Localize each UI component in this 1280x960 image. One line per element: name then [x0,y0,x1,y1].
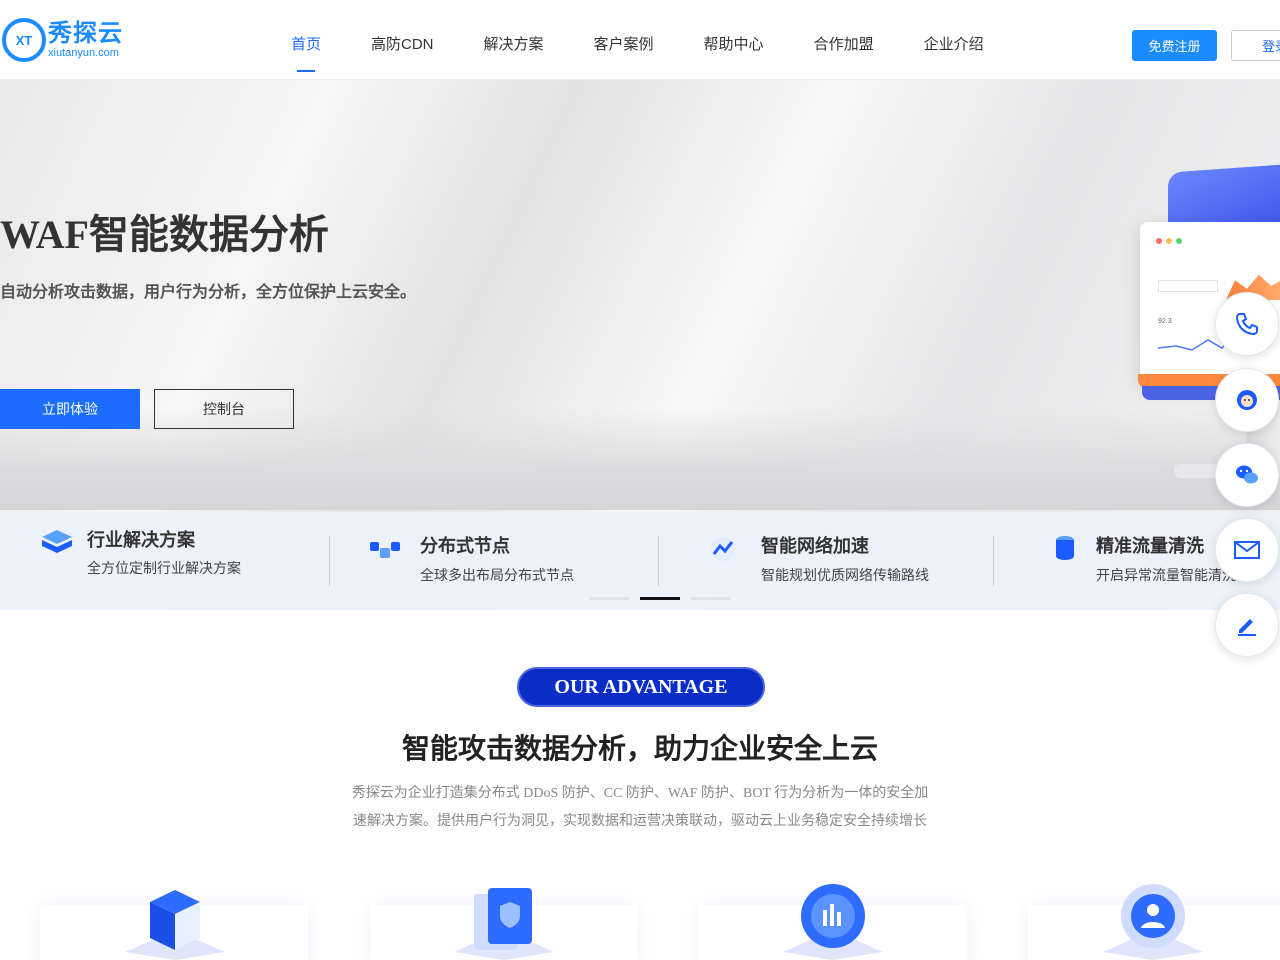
mail-icon [1234,541,1260,559]
nodes-icon [370,542,400,558]
hero-title: WAF智能数据分析 [0,212,329,257]
logo-domain: xiutanyun.com [48,46,119,59]
advantage-badge: OUR ADVANTAGE [517,667,765,707]
carousel-dot[interactable] [690,597,730,600]
phone-icon [1235,313,1258,336]
cube-illustration-icon [125,890,225,960]
edit-button[interactable] [1215,593,1279,657]
chart-illustration-icon [783,884,883,960]
nav-item-about[interactable]: 企业介绍 [899,0,1009,80]
mail-button[interactable] [1215,518,1279,582]
nav-item-home[interactable]: 首页 [266,0,346,80]
divider [658,536,659,586]
nav-item-cdn[interactable]: 高防CDN [346,0,459,80]
feature-item[interactable]: 智能网络加速 智能规划优质网络传输路线 [706,512,996,610]
wechat-button[interactable] [1215,443,1279,507]
layers-icon [42,530,72,553]
carousel-dot-active[interactable] [640,597,680,600]
accelerate-icon [711,537,735,561]
advantage-description: 秀探云为企业打造集分布式 DDoS 防护、CC 防护、WAF 防护、BOT 行为… [351,786,929,829]
wechat-icon [1236,465,1258,484]
console-button[interactable]: 控制台 [154,389,294,429]
edit-icon [1238,619,1256,636]
feature-item[interactable]: 分布式节点 全球多出布局分布式节点 [368,512,658,610]
phone-button[interactable] [1215,292,1279,356]
try-now-button[interactable]: 立即体验 [0,389,140,429]
nav-item-help[interactable]: 帮助中心 [679,0,789,80]
nav-item-solutions[interactable]: 解决方案 [459,0,569,80]
feature-item[interactable]: 行业解决方案 全方位定制行业解决方案 [40,512,330,610]
login-button[interactable]: 登录 [1231,30,1280,61]
divider [993,536,994,586]
user-illustration-icon [1103,884,1203,960]
logo-name: 秀探云 [48,19,123,47]
nav-item-partner[interactable]: 合作加盟 [789,0,899,80]
nav-item-cases[interactable]: 客户案例 [569,0,679,80]
divider [329,536,330,586]
feature-strip: 行业解决方案 全方位定制行业解决方案 分布式节点 全球多出布局分布式节点 智能网… [0,512,1280,610]
logo[interactable]: XT 秀探云 xiutanyun.com [2,16,132,64]
hero-subtitle: 自动分析攻击数据，用户行为分析，全方位保护上云安全。 [0,284,417,301]
register-button[interactable]: 免费注册 [1132,30,1217,61]
logo-mark-icon: XT [2,18,46,62]
database-icon [1056,536,1074,560]
main-nav: 首页 高防CDN 解决方案 客户案例 帮助中心 合作加盟 企业介绍 [266,0,1009,80]
customer-service-button[interactable] [1215,368,1279,432]
advantage-title: 智能攻击数据分析，助力企业安全上云 [401,733,878,764]
shield-illustration-icon [454,888,554,960]
carousel-indicators [590,597,730,600]
header: XT 秀探云 xiutanyun.com 首页 高防CDN 解决方案 客户案例 … [0,0,1280,80]
carousel-dot[interactable] [590,597,630,600]
customer-service-icon [1237,390,1257,410]
